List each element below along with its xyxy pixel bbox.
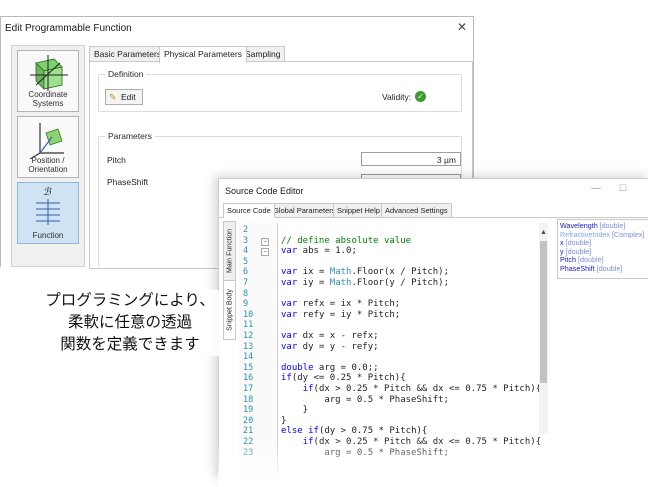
- japanese-caption: プログラミングにより、 柔軟に任意の透過 関数を定義できます: [40, 290, 220, 356]
- source-code-editor-window: Source Code Editor — ☐ Source Code Globa…: [218, 178, 648, 479]
- edit-button-label: Edit: [121, 92, 136, 102]
- line-number: 10: [243, 309, 254, 320]
- line-number: 7: [243, 278, 249, 288]
- validity-label: Validity:: [382, 92, 412, 102]
- minimize-icon[interactable]: —: [591, 183, 601, 194]
- variable-name: PhaseShift: [560, 264, 597, 273]
- edit-button[interactable]: ✎ Edit: [105, 89, 143, 105]
- tab-physical-parameters[interactable]: Physical Parameters: [159, 46, 247, 63]
- svg-text:ℬ: ℬ: [43, 187, 52, 198]
- line-number: 21: [243, 426, 254, 437]
- variable-type: [double]: [596, 264, 623, 273]
- code-line: var dx = x - refx;: [281, 331, 379, 341]
- code-line: arg = 0.5 * PhaseShift;: [281, 394, 449, 405]
- code-line: var refx = ix * Pitch;: [281, 299, 401, 310]
- fold-toggle-icon[interactable]: −: [261, 248, 269, 257]
- position-axes-icon: [29, 123, 64, 159]
- line-number: 15: [243, 362, 254, 373]
- close-icon[interactable]: ✕: [455, 19, 469, 35]
- variables-list: Wavelength [double] RefractiveIndex [Comp…: [557, 219, 648, 279]
- tab-source-code[interactable]: Source Code: [223, 203, 275, 218]
- code-line: if(dx > 0.25 * Pitch && dx <= 0.75 * Pit…: [302, 384, 542, 394]
- window-title: Source Code Editor: [225, 186, 304, 196]
- line-number: 9: [243, 299, 249, 310]
- tab-snippet-body-label: Snippet Body: [226, 289, 233, 331]
- caption-line-3: 関数を定義できます: [60, 336, 200, 353]
- sidebar: Coordinate Systems Position / Orientatio…: [11, 45, 85, 267]
- code-line: if(dy <= 0.25 * Pitch){: [281, 373, 406, 384]
- phaseshift-label: PhaseShift: [107, 177, 149, 187]
- code-line: }: [281, 405, 309, 416]
- line-number: 12: [243, 331, 254, 341]
- line-number: 11: [243, 320, 254, 331]
- pencil-icon: ✎: [109, 92, 117, 102]
- code-line: var refy = iy * Pitch;: [281, 309, 401, 320]
- line-number: 14: [243, 352, 254, 363]
- line-number: 4: [243, 246, 249, 257]
- code-line: // define absolute value: [281, 235, 412, 246]
- tab-basic-parameters[interactable]: Basic Parameters: [89, 46, 167, 62]
- variable-type: [Complex]: [611, 229, 645, 239]
- variable-item[interactable]: PhaseShift [double]: [560, 264, 623, 274]
- line-number: 18: [243, 394, 254, 405]
- side-tab-bar: Main Function Snippet Body: [223, 221, 236, 341]
- fade-overlay: [218, 440, 648, 487]
- sidebar-item-label: Coordinate Systems: [28, 90, 68, 108]
- definition-group-title: Definition: [105, 69, 147, 79]
- code-line: }: [281, 415, 287, 426]
- tab-main-function-label: Main Function: [226, 229, 233, 273]
- sidebar-item-label: Function: [32, 231, 64, 240]
- code-line: double arg = 0.0;;: [281, 362, 379, 373]
- code-line: else if(dy > 0.75 * Pitch){: [281, 426, 428, 437]
- pitch-input[interactable]: 3 µm: [361, 152, 461, 166]
- sidebar-item-label: Position / Orientation: [28, 156, 68, 174]
- tab-global-parameters[interactable]: Global Parameters: [269, 203, 340, 217]
- tab-snippet-body[interactable]: Snippet Body: [223, 280, 236, 340]
- definition-group: Definition ✎ Edit Validity: ✓: [98, 69, 462, 112]
- function-icon: ℬ: [36, 187, 60, 225]
- sidebar-item-coordinate-systems[interactable]: Coordinate Systems: [17, 50, 79, 112]
- line-number: 17: [243, 384, 254, 394]
- line-number: 5: [243, 256, 249, 267]
- scroll-up-icon[interactable]: ▲: [539, 229, 548, 237]
- window-title: Edit Programmable Function: [5, 23, 132, 34]
- pitch-label: Pitch: [107, 155, 126, 165]
- line-number: 6: [243, 267, 249, 278]
- code-line: var dy = y - refy;: [281, 341, 379, 352]
- line-number: 8: [243, 288, 249, 299]
- caption-line-1: プログラミングにより、: [45, 292, 215, 309]
- parameters-group-title: Parameters: [105, 131, 155, 141]
- caption-line-2: 柔軟に任意の透過: [67, 314, 192, 331]
- code-line: var abs = 1.0;: [281, 246, 357, 257]
- line-number: 19: [243, 405, 254, 416]
- tab-main-function[interactable]: Main Function: [223, 221, 236, 281]
- sidebar-item-position-orientation[interactable]: Position / Orientation: [17, 116, 79, 178]
- tab-advanced-settings[interactable]: Advanced Settings: [381, 203, 452, 217]
- line-number: 3: [243, 235, 249, 246]
- editor-tab-bar: Source Code Global Parameters Snippet He…: [219, 203, 648, 218]
- sidebar-item-function[interactable]: ℬ Function: [17, 182, 79, 244]
- line-number: 13: [243, 341, 254, 352]
- maximize-icon[interactable]: ☐: [619, 183, 627, 194]
- code-line: var iy = Math.Floor(y / Pitch);: [281, 278, 450, 288]
- code-line: var ix = Math.Floor(x / Pitch);: [281, 267, 450, 278]
- tab-snippet-help[interactable]: Snippet Help: [333, 203, 384, 217]
- fold-toggle-icon[interactable]: −: [261, 237, 269, 246]
- coordinate-grid-icon: [30, 55, 68, 91]
- check-circle-icon: ✓: [415, 91, 426, 102]
- scrollbar-thumb[interactable]: [540, 241, 547, 383]
- line-number: 16: [243, 373, 254, 384]
- line-number: 20: [243, 415, 254, 426]
- line-number: 2: [243, 225, 249, 235]
